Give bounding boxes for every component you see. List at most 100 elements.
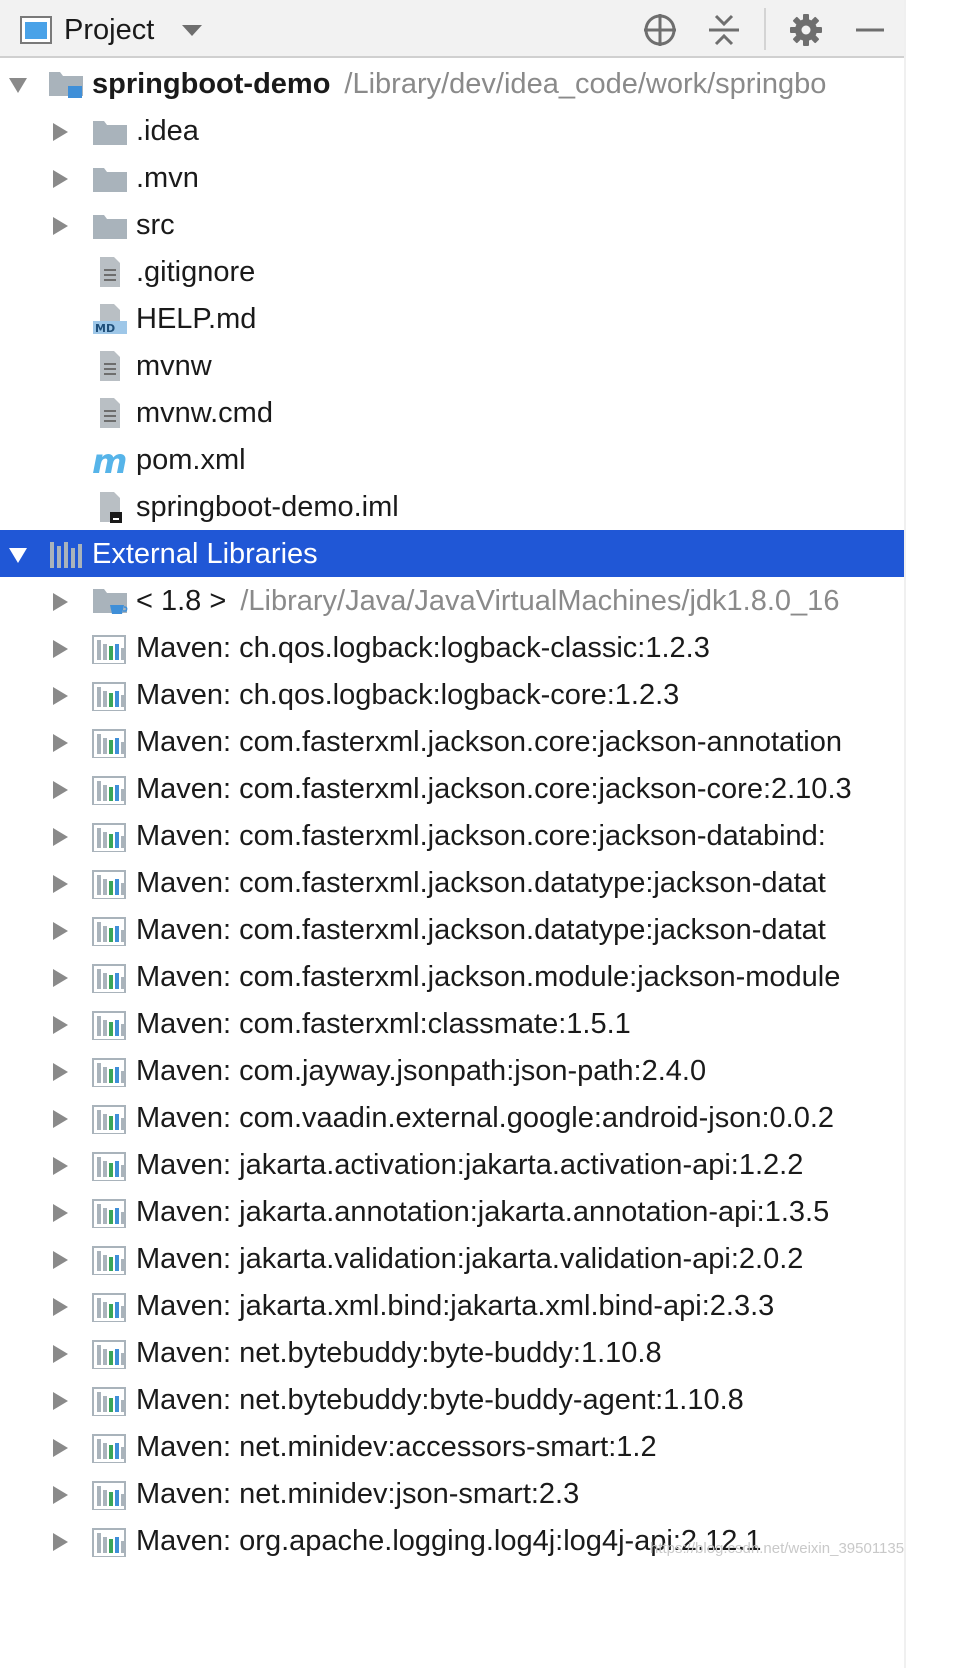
- project-toolbar: Project: [0, 0, 906, 58]
- tree-row[interactable]: Maven: net.bytebuddy:byte-buddy-agent:1.…: [0, 1376, 906, 1423]
- tree-row-label: Maven: net.minidev:accessors-smart:1.2: [136, 1429, 657, 1465]
- tree-row[interactable]: Maven: com.fasterxml.jackson.datatype:ja…: [0, 859, 906, 906]
- tree-row-text: Maven: com.fasterxml.jackson.datatype:ja…: [136, 867, 826, 899]
- collapsed-arrow-icon[interactable]: [50, 1344, 70, 1364]
- collapsed-arrow-icon[interactable]: [50, 592, 70, 612]
- library-icon: [92, 1152, 126, 1181]
- collapsed-arrow-icon[interactable]: [50, 686, 70, 706]
- tree-row[interactable]: .gitignore: [0, 248, 906, 295]
- tree-row-text: Maven: com.fasterxml.jackson.module:jack…: [136, 961, 841, 993]
- right-gutter: [906, 0, 974, 1668]
- collapsed-arrow-icon[interactable]: [50, 1438, 70, 1458]
- collapse-all-button[interactable]: [704, 10, 744, 50]
- tree-row[interactable]: Maven: jakarta.validation:jakarta.valida…: [0, 1235, 906, 1282]
- tree-row-label: Maven: jakarta.annotation:jakarta.annota…: [136, 1194, 829, 1230]
- library-icon: [92, 964, 126, 993]
- tree-row[interactable]: .mvn: [0, 154, 906, 201]
- collapsed-arrow-icon[interactable]: [50, 921, 70, 941]
- library-icon: [92, 1387, 126, 1416]
- tree-row[interactable]: Maven: com.fasterxml.jackson.module:jack…: [0, 953, 906, 1000]
- iml-file-icon: [100, 492, 122, 523]
- tree-row[interactable]: Maven: com.vaadin.external.google:androi…: [0, 1094, 906, 1141]
- dropdown-caret-icon[interactable]: [180, 22, 204, 38]
- collapsed-arrow-icon[interactable]: [50, 216, 70, 236]
- collapsed-arrow-icon[interactable]: [50, 1015, 70, 1035]
- tree-row[interactable]: springboot-demo.iml: [0, 483, 906, 530]
- tree-row[interactable]: src: [0, 201, 906, 248]
- collapsed-arrow-icon[interactable]: [50, 874, 70, 894]
- library-icon: [92, 776, 126, 805]
- project-view-title[interactable]: Project: [64, 12, 154, 48]
- tree-row[interactable]: Maven: net.bytebuddy:byte-buddy:1.10.8: [0, 1329, 906, 1376]
- tree-row-text: Maven: jakarta.validation:jakarta.valida…: [136, 1243, 804, 1275]
- tree-row-path: /Library/Java/JavaVirtualMachines/jdk1.8…: [240, 585, 840, 617]
- collapsed-arrow-icon[interactable]: [50, 1062, 70, 1082]
- collapsed-arrow-icon[interactable]: [50, 122, 70, 142]
- tree-row[interactable]: Maven: com.fasterxml.jackson.datatype:ja…: [0, 906, 906, 953]
- tree-row-label: Maven: com.fasterxml:classmate:1.5.1: [136, 1006, 631, 1042]
- library-icon: [92, 1105, 126, 1134]
- tree-row-label: Maven: com.fasterxml.jackson.core:jackso…: [136, 818, 826, 854]
- tree-row-text: Maven: net.minidev:json-smart:2.3: [136, 1478, 580, 1510]
- tree-row-label: Maven: jakarta.activation:jakarta.activa…: [136, 1147, 803, 1183]
- project-tree[interactable]: springboot-demo/Library/dev/idea_code/wo…: [0, 60, 906, 1564]
- library-icon: [92, 917, 126, 946]
- tree-row[interactable]: Maven: ch.qos.logback:logback-core:1.2.3: [0, 671, 906, 718]
- library-icon: [92, 635, 126, 664]
- library-icon: [92, 1340, 126, 1369]
- tree-row[interactable]: Maven: net.minidev:accessors-smart:1.2: [0, 1423, 906, 1470]
- tree-row[interactable]: Maven: net.minidev:json-smart:2.3: [0, 1470, 906, 1517]
- tree-row[interactable]: Maven: jakarta.activation:jakarta.activa…: [0, 1141, 906, 1188]
- collapsed-arrow-icon[interactable]: [50, 1156, 70, 1176]
- tree-row[interactable]: External Libraries: [0, 530, 906, 577]
- collapsed-arrow-icon[interactable]: [50, 1297, 70, 1317]
- svg-text:m: m: [92, 444, 127, 476]
- tree-row[interactable]: Maven: com.jayway.jsonpath:json-path:2.4…: [0, 1047, 906, 1094]
- collapsed-arrow-icon[interactable]: [50, 1391, 70, 1411]
- tree-row-text: springboot-demo.iml: [136, 491, 399, 523]
- collapsed-arrow-icon[interactable]: [50, 1203, 70, 1223]
- tree-row[interactable]: Maven: com.fasterxml.jackson.core:jackso…: [0, 812, 906, 859]
- collapsed-arrow-icon[interactable]: [50, 1109, 70, 1129]
- tree-row[interactable]: Maven: ch.qos.logback:logback-classic:1.…: [0, 624, 906, 671]
- locate-button[interactable]: [640, 10, 680, 50]
- tree-row[interactable]: mvnw.cmd: [0, 389, 906, 436]
- text-file-icon: [100, 351, 120, 381]
- tree-row[interactable]: Maven: jakarta.annotation:jakarta.annota…: [0, 1188, 906, 1235]
- tree-row-text: Maven: ch.qos.logback:logback-classic:1.…: [136, 632, 710, 664]
- tree-row[interactable]: < 1.8 > /Library/Java/JavaVirtualMachines…: [0, 577, 906, 624]
- expand-arrow-icon[interactable]: [8, 75, 28, 95]
- collapsed-arrow-icon[interactable]: [50, 827, 70, 847]
- tree-row[interactable]: Maven: com.fasterxml.jackson.core:jackso…: [0, 718, 906, 765]
- collapsed-arrow-icon[interactable]: [50, 1250, 70, 1270]
- collapsed-arrow-icon[interactable]: [50, 169, 70, 189]
- expand-arrow-icon[interactable]: [8, 545, 28, 565]
- minimize-icon: [856, 28, 884, 32]
- tree-row-label: mvnw.cmd: [136, 395, 273, 431]
- collapsed-arrow-icon[interactable]: [50, 968, 70, 988]
- collapsed-arrow-icon[interactable]: [50, 1532, 70, 1552]
- collapsed-arrow-icon[interactable]: [50, 639, 70, 659]
- collapsed-arrow-icon[interactable]: [50, 733, 70, 753]
- minimize-button[interactable]: [850, 10, 890, 50]
- tree-row[interactable]: Maven: com.fasterxml:classmate:1.5.1: [0, 1000, 906, 1047]
- tree-row[interactable]: Maven: jakarta.xml.bind:jakarta.xml.bind…: [0, 1282, 906, 1329]
- tree-row[interactable]: Maven: com.fasterxml.jackson.core:jackso…: [0, 765, 906, 812]
- tree-row-text: .idea: [136, 115, 199, 147]
- tree-row[interactable]: mvnw: [0, 342, 906, 389]
- tree-row-label: src: [136, 207, 175, 243]
- tree-row-label: Maven: jakarta.validation:jakarta.valida…: [136, 1241, 803, 1277]
- tree-row-label: HELP.md: [136, 301, 256, 337]
- settings-button[interactable]: [786, 10, 826, 50]
- tree-row-label: springboot-demo/Library/dev/idea_code/wo…: [92, 66, 826, 102]
- tree-row[interactable]: springboot-demo/Library/dev/idea_code/wo…: [0, 60, 906, 107]
- tree-row[interactable]: .idea: [0, 107, 906, 154]
- tree-row-text: Maven: com.vaadin.external.google:androi…: [136, 1102, 835, 1134]
- tree-row-text: Maven: net.minidev:accessors-smart:1.2: [136, 1431, 657, 1463]
- collapsed-arrow-icon[interactable]: [50, 780, 70, 800]
- tree-row-label: Maven: com.fasterxml.jackson.datatype:ja…: [136, 912, 826, 948]
- tree-row-text: .gitignore: [136, 256, 256, 288]
- collapsed-arrow-icon[interactable]: [50, 1485, 70, 1505]
- tree-row[interactable]: MD HELP.md: [0, 295, 906, 342]
- tree-row[interactable]: m pom.xml: [0, 436, 906, 483]
